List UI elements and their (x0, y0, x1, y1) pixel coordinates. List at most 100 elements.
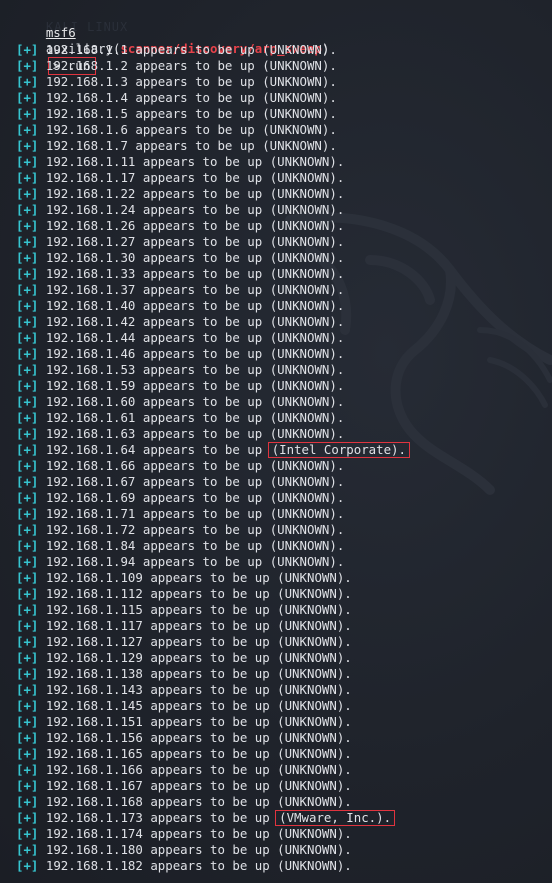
host-status-text: appears to be up (150, 826, 270, 841)
status-plus-marker: [+] (16, 826, 39, 841)
host-ip: 192.168.1.6 (45, 122, 128, 137)
output-line: [+] 192.168.1.127 appears to be up (UNKN… (16, 634, 552, 650)
output-line: [+] 192.168.1.22 appears to be up (UNKNO… (16, 186, 552, 202)
status-plus-marker: [+] (16, 282, 39, 297)
host-vendor: (UNKNOWN). (269, 458, 345, 473)
host-status-text: appears to be up (135, 122, 255, 137)
status-plus-marker: [+] (16, 650, 39, 665)
output-line: [+] 192.168.1.84 appears to be up (UNKNO… (16, 538, 552, 554)
host-ip: 192.168.1.17 (45, 170, 136, 185)
output-line: [+] 192.168.1.24 appears to be up (UNKNO… (16, 202, 552, 218)
host-status-text: appears to be up (142, 202, 263, 217)
host-status-text: appears to be up (142, 506, 263, 521)
output-line: [+] 192.168.1.165 appears to be up (UNKN… (16, 746, 552, 762)
host-ip: 192.168.1.61 (45, 410, 136, 425)
host-ip: 192.168.1.63 (45, 426, 136, 441)
host-vendor: (UNKNOWN). (277, 650, 352, 665)
host-vendor: (UNKNOWN). (269, 186, 345, 201)
host-ip: 192.168.1.180 (45, 842, 143, 857)
host-vendor: (UNKNOWN). (277, 794, 352, 809)
host-ip: 192.168.1.117 (45, 618, 143, 633)
status-plus-marker: [+] (16, 602, 39, 617)
host-vendor: (UNKNOWN). (269, 170, 345, 185)
host-status-text: appears to be up (150, 714, 270, 729)
status-plus-marker: [+] (16, 730, 39, 745)
status-plus-marker: [+] (16, 202, 39, 217)
host-status-text: appears to be up (150, 730, 270, 745)
status-plus-marker: [+] (16, 778, 39, 793)
status-plus-marker: [+] (16, 90, 39, 105)
output-line: [+] 192.168.1.2 appears to be up (UNKNOW… (16, 58, 552, 74)
output-line: [+] 192.168.1.64 appears to be up (Intel… (16, 442, 552, 458)
status-plus-marker: [+] (16, 698, 39, 713)
host-ip: 192.168.1.37 (45, 282, 136, 297)
host-ip: 192.168.1.145 (45, 698, 143, 713)
host-vendor: (UNKNOWN). (262, 106, 337, 121)
host-status-text: appears to be up (142, 298, 263, 313)
host-vendor: (UNKNOWN). (277, 666, 352, 681)
host-status-text: appears to be up (142, 426, 263, 441)
host-vendor: (UNKNOWN). (277, 570, 352, 585)
host-status-text: appears to be up (142, 154, 263, 169)
output-line: [+] 192.168.1.166 appears to be up (UNKN… (16, 762, 552, 778)
output-line: [+] 192.168.1.3 appears to be up (UNKNOW… (16, 74, 552, 90)
output-line: [+] 192.168.1.5 appears to be up (UNKNOW… (16, 106, 552, 122)
host-status-text: appears to be up (142, 410, 263, 425)
status-plus-marker: [+] (16, 346, 39, 361)
host-status-text: appears to be up (150, 682, 270, 697)
host-ip: 192.168.1.5 (45, 106, 128, 121)
host-vendor: (UNKNOWN). (269, 346, 345, 361)
status-plus-marker: [+] (16, 490, 39, 505)
host-vendor: (UNKNOWN). (269, 298, 345, 313)
status-plus-marker: [+] (16, 186, 39, 201)
host-status-text: appears to be up (135, 106, 255, 121)
status-plus-marker: [+] (16, 122, 39, 137)
status-plus-marker: [+] (16, 714, 39, 729)
host-ip: 192.168.1.168 (45, 794, 143, 809)
output-line: [+] 192.168.1.27 appears to be up (UNKNO… (16, 234, 552, 250)
host-ip: 192.168.1.115 (45, 602, 143, 617)
host-status-text: appears to be up (150, 698, 270, 713)
host-vendor: (UNKNOWN). (277, 730, 352, 745)
host-status-text: appears to be up (142, 394, 263, 409)
host-ip: 192.168.1.44 (45, 330, 136, 345)
terminal-window[interactable]: KALI LINUX msf6 auxiliary(scanner/discov… (0, 0, 552, 883)
host-status-text: appears to be up (142, 458, 263, 473)
output-line: [+] 192.168.1.63 appears to be up (UNKNO… (16, 426, 552, 442)
host-ip: 192.168.1.156 (45, 730, 143, 745)
output-line: [+] 192.168.1.156 appears to be up (UNKN… (16, 730, 552, 746)
host-ip: 192.168.1.72 (45, 522, 136, 537)
host-vendor: (UNKNOWN). (269, 394, 345, 409)
host-vendor: (UNKNOWN). (269, 362, 345, 377)
status-plus-marker: [+] (16, 618, 39, 633)
host-vendor: (UNKNOWN). (269, 378, 345, 393)
output-line: [+] 192.168.1.6 appears to be up (UNKNOW… (16, 122, 552, 138)
host-ip: 192.168.1.182 (45, 858, 143, 873)
status-plus-marker: [+] (16, 858, 39, 873)
status-plus-marker: [+] (16, 634, 39, 649)
status-plus-marker: [+] (16, 330, 39, 345)
output-line: [+] 192.168.1.174 appears to be up (UNKN… (16, 826, 552, 842)
host-ip: 192.168.1.3 (45, 74, 128, 89)
output-line: [+] 192.168.1.117 appears to be up (UNKN… (16, 618, 552, 634)
host-status-text: appears to be up (150, 602, 270, 617)
output-line: [+] 192.168.1.182 appears to be up (UNKN… (16, 858, 552, 874)
host-vendor: (UNKNOWN). (262, 122, 337, 137)
host-ip: 192.168.1.174 (45, 826, 143, 841)
host-status-text: appears to be up (150, 810, 270, 825)
status-plus-marker: [+] (16, 426, 39, 441)
host-ip: 192.168.1.166 (45, 762, 143, 777)
host-ip: 192.168.1.59 (45, 378, 136, 393)
host-ip: 192.168.1.67 (45, 474, 136, 489)
output-line: [+] 192.168.1.33 appears to be up (UNKNO… (16, 266, 552, 282)
host-ip: 192.168.1.7 (45, 138, 128, 153)
status-plus-marker: [+] (16, 74, 39, 89)
host-ip: 192.168.1.26 (45, 218, 136, 233)
host-vendor: (UNKNOWN). (269, 522, 345, 537)
status-plus-marker: [+] (16, 138, 39, 153)
output-line: [+] 192.168.1.109 appears to be up (UNKN… (16, 570, 552, 586)
status-plus-marker: [+] (16, 234, 39, 249)
host-status-text: appears to be up (150, 842, 270, 857)
host-status-text: appears to be up (150, 666, 270, 681)
host-status-text: appears to be up (150, 634, 270, 649)
